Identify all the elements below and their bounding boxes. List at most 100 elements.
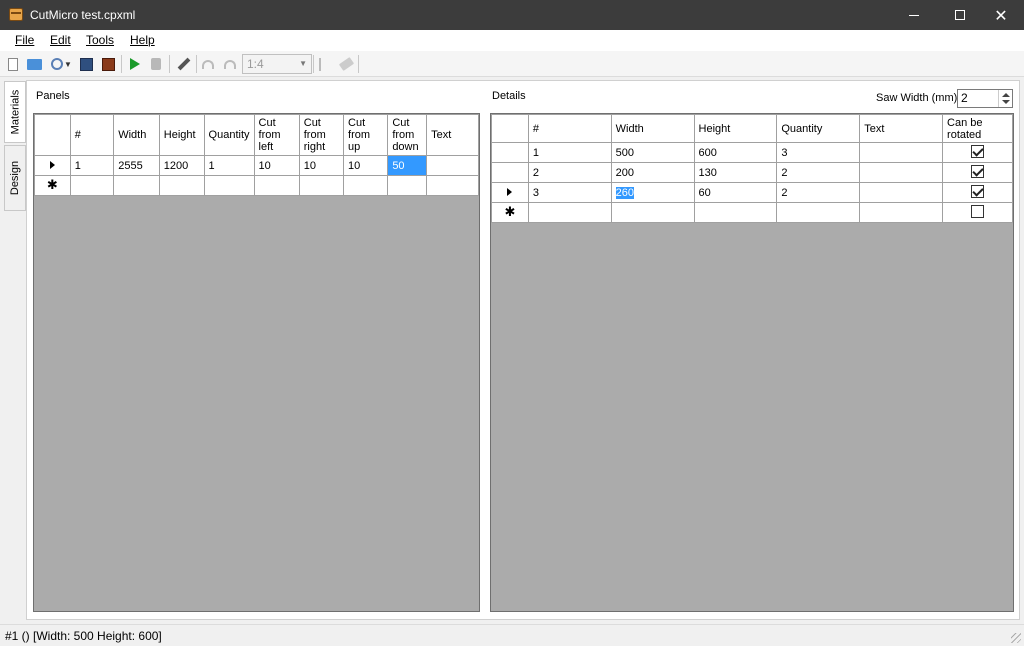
- table-cell[interactable]: 2: [776, 182, 861, 203]
- table-cell[interactable]: [859, 202, 944, 223]
- table-cell[interactable]: [776, 202, 861, 223]
- resize-grip-icon[interactable]: [1011, 633, 1021, 643]
- table-cell[interactable]: 3: [527, 182, 612, 203]
- status-bar: #1 () [Width: 500 Height: 600]: [0, 624, 1024, 646]
- table-cell-selected[interactable]: 50: [387, 155, 428, 176]
- table-cell[interactable]: 1200: [158, 155, 205, 176]
- menu-tools[interactable]: Tools: [86, 33, 114, 47]
- selected-text[interactable]: 260: [615, 186, 635, 199]
- table-cell[interactable]: 10: [343, 155, 389, 176]
- table-row: 1 500 600 3: [491, 142, 1013, 163]
- table-cell[interactable]: [859, 182, 944, 203]
- table-cell[interactable]: 10: [298, 155, 345, 176]
- column-header[interactable]: Width: [113, 114, 160, 156]
- table-cell[interactable]: 2: [527, 162, 612, 183]
- column-header[interactable]: Quantity: [776, 114, 861, 143]
- menu-help[interactable]: Help: [130, 33, 155, 47]
- redo-button[interactable]: [221, 55, 239, 73]
- table-cell[interactable]: [859, 162, 944, 183]
- row-header[interactable]: ✱: [491, 202, 529, 223]
- row-header[interactable]: [34, 155, 71, 176]
- close-button[interactable]: ✕: [978, 0, 1024, 30]
- column-header[interactable]: Text: [859, 114, 944, 143]
- window-title: CutMicro test.cpxml: [30, 8, 136, 22]
- table-cell[interactable]: 1: [527, 142, 612, 163]
- column-header[interactable]: Text: [426, 114, 479, 156]
- table-cell[interactable]: 1: [69, 155, 115, 176]
- save-as-button[interactable]: [99, 55, 117, 73]
- rotate-checkbox[interactable]: [971, 204, 985, 218]
- table-cell[interactable]: [387, 175, 428, 196]
- tab-design[interactable]: Design: [4, 145, 26, 211]
- table-cell[interactable]: 500: [610, 142, 695, 163]
- zoom-select[interactable]: 1:4 ▼: [242, 54, 312, 74]
- column-header[interactable]: Cut from down: [387, 114, 428, 156]
- table-cell[interactable]: 260: [610, 182, 695, 203]
- table-cell[interactable]: 2555: [113, 155, 160, 176]
- rotate-cell: [942, 142, 1013, 163]
- rotate-checkbox[interactable]: [971, 144, 985, 158]
- table-cell[interactable]: 600: [693, 142, 778, 163]
- column-header[interactable]: Height: [158, 114, 205, 156]
- table-cell[interactable]: [610, 202, 695, 223]
- table-cell[interactable]: [203, 175, 255, 196]
- spin-down-icon[interactable]: [1002, 100, 1010, 104]
- row-header[interactable]: [491, 142, 529, 163]
- table-cell[interactable]: [113, 175, 160, 196]
- column-header[interactable]: Cut from left: [253, 114, 300, 156]
- saw-width-spinner[interactable]: [998, 90, 1012, 107]
- saw-width-input[interactable]: 2: [957, 89, 1013, 108]
- spin-up-icon[interactable]: [1002, 93, 1010, 97]
- table-cell[interactable]: [253, 175, 300, 196]
- tab-materials[interactable]: Materials: [4, 81, 26, 143]
- table-cell[interactable]: [527, 202, 612, 223]
- minimize-button[interactable]: [891, 0, 937, 30]
- row-header[interactable]: [491, 162, 529, 183]
- clear-button[interactable]: [337, 55, 355, 73]
- column-header[interactable]: Width: [610, 114, 695, 143]
- column-header[interactable]: #: [527, 114, 612, 143]
- table-cell[interactable]: [158, 175, 205, 196]
- table-cell[interactable]: 10: [253, 155, 300, 176]
- table-cell[interactable]: 130: [693, 162, 778, 183]
- row-header[interactable]: [491, 182, 529, 203]
- align-button[interactable]: [316, 55, 334, 73]
- table-cell[interactable]: 60: [693, 182, 778, 203]
- table-cell[interactable]: 1: [203, 155, 255, 176]
- undo-button[interactable]: [199, 55, 217, 73]
- row-header[interactable]: ✱: [34, 175, 71, 196]
- open-button[interactable]: [25, 55, 43, 73]
- panels-grid[interactable]: # Width Height Quantity Cut from left Cu…: [33, 113, 480, 612]
- table-cell[interactable]: [693, 202, 778, 223]
- table-cell[interactable]: [426, 155, 479, 176]
- table-cell[interactable]: [859, 142, 944, 163]
- column-header[interactable]: Quantity: [203, 114, 255, 156]
- current-row-icon: [49, 160, 55, 169]
- column-header[interactable]: Can be rotated: [942, 114, 1013, 143]
- recent-dropdown[interactable]: ▼: [62, 55, 74, 73]
- run-button[interactable]: [126, 55, 144, 73]
- details-grid[interactable]: # Width Height Quantity Text Can be rota…: [490, 113, 1014, 612]
- table-cell[interactable]: [298, 175, 345, 196]
- new-button[interactable]: [4, 55, 22, 73]
- new-row: ✱: [34, 175, 479, 196]
- toolbar-separator: [121, 55, 122, 73]
- table-cell[interactable]: [426, 175, 479, 196]
- table-cell[interactable]: 2: [776, 162, 861, 183]
- table-cell[interactable]: [343, 175, 389, 196]
- table-cell[interactable]: 200: [610, 162, 695, 183]
- rotate-checkbox[interactable]: [971, 184, 985, 198]
- column-header[interactable]: Cut from right: [298, 114, 345, 156]
- rotate-checkbox[interactable]: [971, 164, 985, 178]
- table-cell[interactable]: [69, 175, 115, 196]
- stop-button[interactable]: [147, 55, 165, 73]
- column-header[interactable]: #: [69, 114, 115, 156]
- maximize-button[interactable]: [937, 0, 983, 30]
- save-button[interactable]: [77, 55, 95, 73]
- settings-button[interactable]: [175, 55, 193, 73]
- table-cell[interactable]: 3: [776, 142, 861, 163]
- column-header[interactable]: Cut from up: [343, 114, 389, 156]
- column-header[interactable]: Height: [693, 114, 778, 143]
- menu-file[interactable]: File: [15, 33, 34, 47]
- menu-edit[interactable]: Edit: [50, 33, 71, 47]
